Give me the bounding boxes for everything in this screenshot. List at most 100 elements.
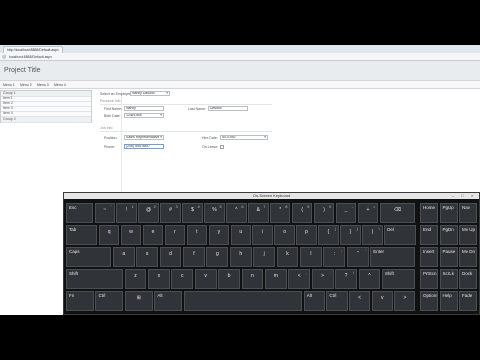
key-sym3[interactable]: @2 — [138, 203, 159, 223]
key-x[interactable]: x — [147, 269, 170, 289]
key-y[interactable]: y — [208, 225, 230, 245]
key-u[interactable]: u — [230, 225, 251, 245]
key-sym2-windows-icon[interactable]: ⊞ — [124, 291, 153, 311]
key-sym1[interactable]: ~ ` — [94, 203, 115, 223]
sidebar-group-2[interactable]: Group 2 — [1, 117, 91, 123]
key-sym12[interactable]: }] — [340, 225, 361, 245]
key-sym11[interactable]: " ' — [346, 247, 369, 267]
key-alt[interactable]: Alt — [303, 291, 325, 311]
key-pgup[interactable]: PgUp — [439, 203, 458, 223]
minimize-icon[interactable]: – — [452, 193, 454, 199]
key-sym5[interactable]: $4 — [182, 203, 203, 223]
key-mv-up[interactable]: Mv Up — [459, 225, 477, 245]
key-d[interactable]: d — [159, 247, 182, 267]
key-sym4[interactable]: #3 — [160, 203, 181, 223]
key-sym2[interactable]: ! 1 — [116, 203, 137, 223]
key-a[interactable]: a — [112, 247, 135, 267]
address-bar[interactable]: ◎ localhost:8888/Default.aspx — [0, 53, 480, 61]
key-sym8[interactable]: <, — [288, 269, 311, 289]
nav-item-2[interactable]: Menu 2 — [20, 82, 32, 88]
key-nav[interactable]: Nav — [459, 203, 477, 223]
key-q[interactable]: q — [98, 225, 120, 245]
key-z[interactable]: z — [124, 269, 147, 289]
key-sym9[interactable]: * 8 — [270, 203, 291, 223]
key-sym11[interactable]: {[ — [318, 225, 339, 245]
nav-item-1[interactable]: Menu 1 — [3, 82, 15, 88]
birth-date-picker[interactable]: 12/8/1948 — [124, 113, 164, 118]
key-sym11[interactable]: ) 0 — [313, 203, 335, 223]
key-b[interactable]: b — [218, 269, 240, 289]
key-g[interactable]: g — [206, 247, 229, 267]
browser-tab[interactable]: http://localhost:8888/Default.aspx — [3, 46, 63, 53]
key-sym13[interactable]: + = — [357, 203, 379, 223]
key-tab[interactable]: Tab — [66, 225, 98, 245]
key-j[interactable]: j — [253, 247, 276, 267]
nav-item-4[interactable]: Menu 4 — [54, 82, 66, 88]
first-name-field[interactable]: Nancy — [124, 106, 164, 111]
key-shift[interactable]: Shift — [66, 269, 123, 289]
key-i[interactable]: i — [252, 225, 273, 245]
key-v[interactable]: v — [194, 269, 217, 289]
last-name-field[interactable]: Davolio — [208, 106, 248, 111]
phone-field[interactable]: (206) 555-9857 — [124, 144, 164, 149]
key-m[interactable]: m — [264, 269, 287, 289]
key-s[interactable]: s — [136, 247, 159, 267]
key-esc[interactable]: Esc — [66, 203, 94, 223]
key-n[interactable]: n — [241, 269, 264, 289]
nav-item-3[interactable]: Menu 3 — [37, 82, 49, 88]
key-pgdn[interactable]: PgDn — [439, 225, 458, 245]
key-pause[interactable]: Pause — [439, 247, 458, 267]
key-sym6[interactable]: % 5 — [204, 203, 225, 223]
key-h[interactable]: h — [229, 247, 252, 267]
hire-date-picker[interactable]: 5/1/1992 — [220, 135, 268, 140]
key-o[interactable]: o — [274, 225, 295, 245]
key-dock[interactable]: Dock — [459, 269, 477, 289]
key-sym14[interactable]: ⌫ — [379, 203, 416, 223]
key-k[interactable]: k — [276, 247, 299, 267]
close-icon[interactable]: × — [471, 193, 473, 199]
employee-select[interactable]: Nancy Davolio — [130, 91, 170, 96]
key-c[interactable]: c — [171, 269, 194, 289]
key-fn[interactable]: Fn — [66, 291, 94, 311]
maximize-icon[interactable]: □ — [461, 193, 463, 199]
key-sym7[interactable]: < — [349, 291, 371, 311]
key-ctrl[interactable]: Ctrl — [95, 291, 124, 311]
position-select[interactable]: Sales Representative — [124, 135, 164, 140]
key-p[interactable]: p — [296, 225, 317, 245]
key-sym13[interactable]: | \ — [362, 225, 383, 245]
key-sym10[interactable]: ? / — [335, 269, 357, 289]
key-alt[interactable]: Alt — [154, 291, 183, 311]
key-mv-dn[interactable]: Mv Dn — [459, 247, 477, 267]
key-sym10[interactable]: (9 — [291, 203, 313, 223]
key-home[interactable]: Home — [420, 203, 438, 223]
key-shift[interactable]: Shift — [381, 269, 416, 289]
key-w[interactable]: w — [120, 225, 142, 245]
key-space[interactable] — [183, 291, 303, 311]
key-scrlk[interactable]: ScrLk — [439, 269, 458, 289]
key-del[interactable]: Del — [384, 225, 416, 245]
key-t[interactable]: t — [186, 225, 208, 245]
key-sym9[interactable]: > — [394, 291, 416, 311]
key-end[interactable]: End — [420, 225, 438, 245]
key-ctrl[interactable]: Ctrl — [326, 291, 348, 311]
on-leave-checkbox[interactable] — [220, 145, 224, 149]
key-sym7[interactable]: ^ 6 — [226, 203, 247, 223]
key-sym12[interactable]: _ - — [335, 203, 357, 223]
key-sym9[interactable]: >. — [311, 269, 334, 289]
key-sym11[interactable]: ^ — [358, 269, 381, 289]
key-help[interactable]: Help — [439, 291, 458, 311]
key-prtscn[interactable]: PrtScn — [420, 269, 438, 289]
key-v[interactable]: v — [371, 291, 393, 311]
key-r[interactable]: r — [164, 225, 186, 245]
key-e[interactable]: e — [142, 225, 164, 245]
address-text[interactable]: localhost:8888/Default.aspx — [9, 54, 52, 60]
key-sym8[interactable]: & 7 — [248, 203, 269, 223]
key-caps[interactable]: Caps — [66, 247, 112, 267]
key-l[interactable]: l — [300, 247, 322, 267]
key-sym10[interactable]: :; — [323, 247, 346, 267]
key-enter[interactable]: Enter — [370, 247, 416, 267]
key-f[interactable]: f — [183, 247, 205, 267]
key-fade[interactable]: Fade — [459, 291, 477, 311]
key-insert[interactable]: Insert — [420, 247, 438, 267]
key-options[interactable]: Options — [420, 291, 438, 311]
